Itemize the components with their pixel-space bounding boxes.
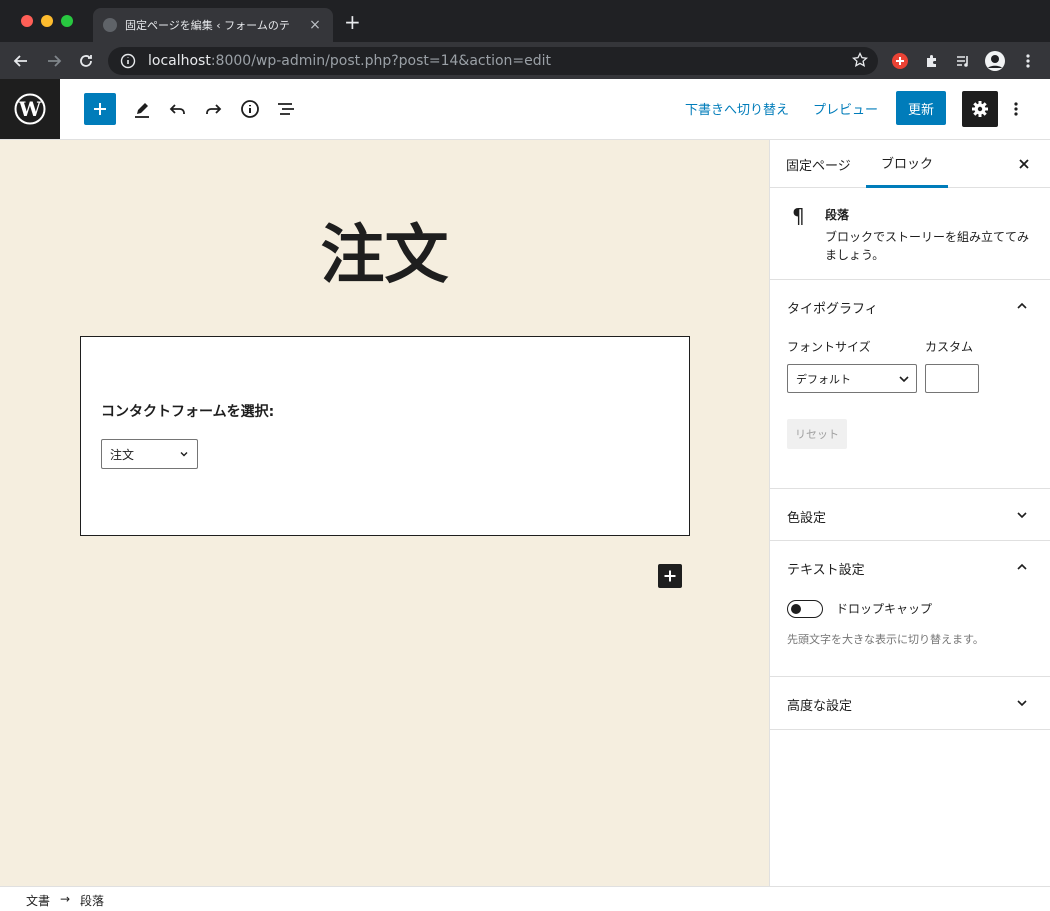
contact-form-label: コンタクトフォームを選択: [101,404,275,420]
chevron-up-icon[interactable] [1014,559,1030,575]
list-view-icon [278,103,294,115]
window-close-button[interactable] [21,15,33,27]
plus-icon [664,570,676,582]
svg-text:W: W [18,97,42,121]
chevron-down-icon [180,452,188,457]
close-icon [1019,159,1029,169]
address-bar[interactable]: localhost:8000/wp-admin/post.php?post=14… [108,47,878,75]
reset-button[interactable]: リセット [787,419,847,449]
settings-sidebar: 固定ページ ブロック ¶ 段落 ブロックでストーリーを組み立ててみましょう。 タ… [769,140,1050,886]
info-icon [241,100,259,118]
update-button[interactable]: 更新 [896,91,946,125]
chevron-up-icon[interactable] [1014,298,1030,314]
chevron-down-icon[interactable] [1014,695,1030,711]
arrow-left-icon [13,55,27,67]
typography-panel-title[interactable]: タイポグラフィ [787,298,878,317]
reading-list-icon[interactable] [953,51,973,71]
advanced-panel-title[interactable]: 高度な設定 [787,695,852,714]
reload-button[interactable] [75,50,97,72]
tools-button[interactable] [126,93,158,125]
window-zoom-button[interactable] [61,15,73,27]
gear-icon [972,101,988,117]
redo-button[interactable] [197,93,229,125]
profile-avatar[interactable] [985,51,1005,71]
puzzle-icon[interactable] [922,51,942,71]
tab-close-icon[interactable]: × [307,17,323,33]
close-sidebar-button[interactable] [1014,154,1034,174]
add-block-button[interactable] [84,93,116,125]
text-settings-panel: テキスト設定 ドロップキャップ 先頭文字を大きな表示に切り替えます。 [770,541,1050,677]
globe-icon [103,18,117,32]
reload-icon [80,55,92,67]
wordpress-logo-button[interactable]: W [0,79,60,139]
contact-form-block[interactable]: コンタクトフォームを選択: 注文 [80,336,690,536]
advanced-panel[interactable]: 高度な設定 [770,677,1050,730]
browser-tab[interactable]: 固定ページを編集 ‹ フォームのテ × [93,8,333,42]
arrow-right-icon [48,55,62,67]
settings-button[interactable] [962,91,998,127]
tab-block[interactable]: ブロック [866,140,948,188]
toggle-knob [791,604,801,614]
tab-title: 固定ページを編集 ‹ フォームのテ [125,19,290,32]
typography-panel: タイポグラフィ フォントサイズ カスタム デフォルト リセット [770,280,1050,489]
paragraph-icon: ¶ [792,204,805,228]
switch-to-draft-button[interactable]: 下書きへ切り替え [685,99,789,118]
text-settings-panel-title[interactable]: テキスト設定 [787,559,865,578]
block-inserter-button[interactable] [658,564,682,588]
pencil-icon [135,103,149,118]
browser-toolbar: localhost:8000/wp-admin/post.php?post=14… [0,42,1050,79]
list-view-button[interactable] [270,93,302,125]
drop-cap-label: ドロップキャップ [836,602,933,616]
tab-page[interactable]: 固定ページ [786,140,851,188]
more-options-button[interactable] [1006,95,1026,123]
window-minimize-button[interactable] [41,15,53,27]
block-card: ¶ 段落 ブロックでストーリーを組み立ててみましょう。 [770,188,1050,280]
custom-size-label: カスタム [925,340,974,354]
font-size-select[interactable]: デフォルト [787,364,917,393]
breadcrumb-item-document[interactable]: 文書 [26,892,50,909]
editor-header: W 下書きへ切り替え プレビュー 更新 [0,79,1050,140]
wordpress-icon: W [14,93,46,125]
chevron-down-icon[interactable] [1014,507,1030,523]
plus-icon [94,103,106,115]
chevron-down-icon [899,375,909,382]
undo-icon [169,104,185,114]
preview-button[interactable]: プレビュー [813,99,878,118]
star-icon[interactable] [852,52,868,68]
drop-cap-toggle[interactable] [787,600,823,618]
drop-cap-help-text: 先頭文字を大きな表示に切り替えます。 [787,633,984,646]
sidebar-tabs: 固定ページ ブロック [770,140,1050,188]
contact-form-select-value: 注文 [110,447,135,462]
url-path: :8000/wp-admin/post.php?post=14&action=e… [210,53,552,69]
breadcrumb-item-paragraph[interactable]: 段落 [80,892,104,909]
new-tab-button[interactable]: + [344,12,361,32]
extension-red-plus-icon[interactable] [890,51,910,71]
font-size-select-value: デフォルト [796,372,851,386]
color-panel-title[interactable]: 色設定 [787,507,826,526]
editor-canvas[interactable]: 注文 コンタクトフォームを選択: 注文 [0,140,769,886]
back-button[interactable] [10,50,32,72]
redo-icon [206,104,222,114]
post-title[interactable]: 注文 [0,204,769,296]
block-card-description: ブロックでストーリーを組み立ててみましょう。 [825,230,1030,262]
font-size-label: フォントサイズ [787,340,871,354]
browser-tab-bar: 固定ページを編集 ‹ フォームのテ × + [0,0,1050,42]
undo-button[interactable] [162,93,194,125]
info-icon[interactable] [120,53,136,69]
block-breadcrumb: 文書 → 段落 [0,886,1050,911]
block-card-title: 段落 [825,208,850,222]
contact-form-select[interactable]: 注文 [101,439,198,469]
more-vertical-icon [1014,102,1018,116]
browser-menu-icon[interactable] [1018,51,1038,71]
url-host: localhost [148,53,211,69]
custom-font-size-input[interactable] [925,364,979,393]
details-button[interactable] [234,93,266,125]
breadcrumb-separator: → [60,892,71,906]
forward-button[interactable] [43,50,65,72]
color-panel[interactable]: 色設定 [770,489,1050,541]
